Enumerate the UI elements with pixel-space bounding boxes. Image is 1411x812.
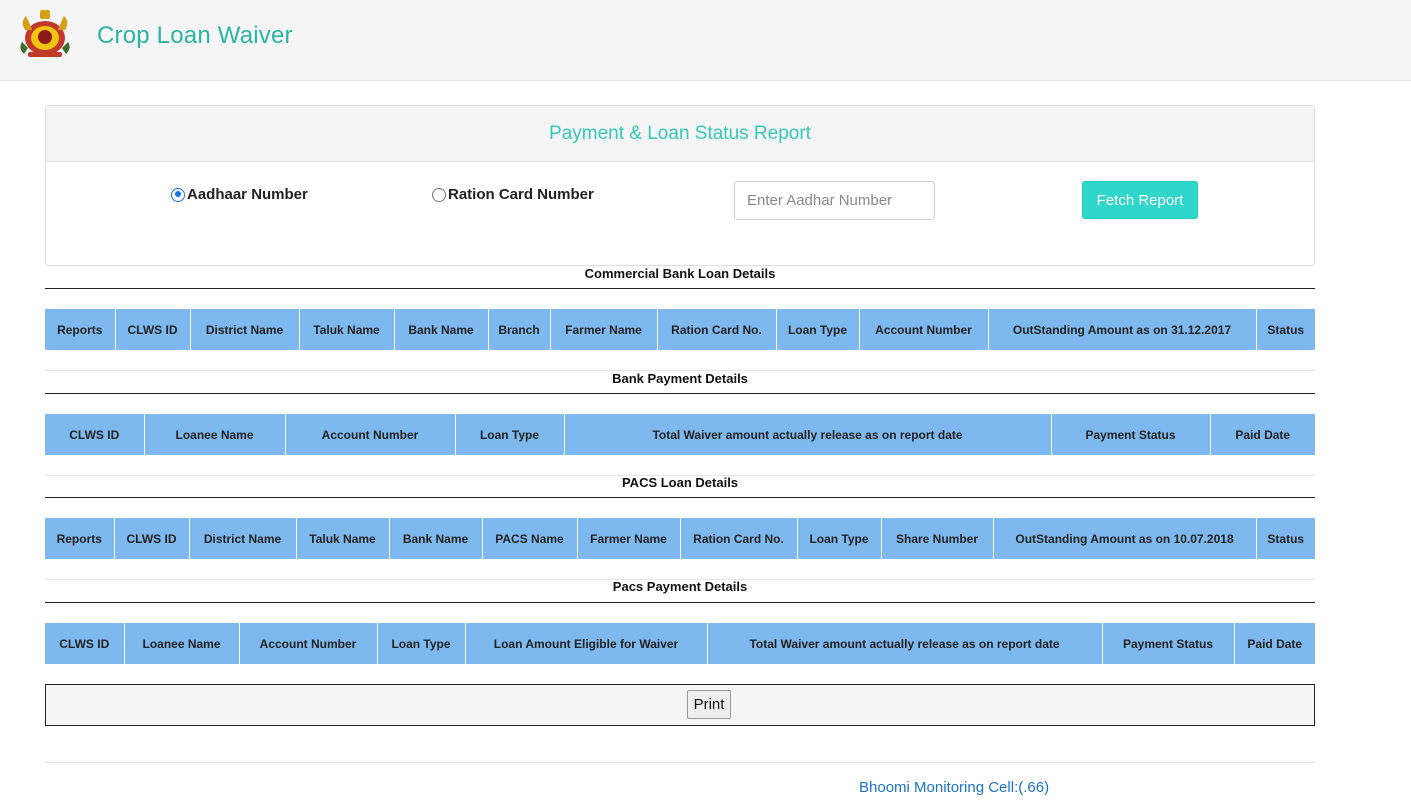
print-container: Print: [45, 684, 1315, 726]
column-header: Status: [1256, 309, 1315, 350]
pacs-loan-table: Reports CLWS ID District Name Taluk Name…: [45, 518, 1315, 559]
table-header-row: Reports CLWS ID District Name Taluk Name…: [45, 518, 1315, 559]
column-header: Ration Card No.: [657, 309, 777, 350]
pacs-payment-title: Pacs Payment Details: [612, 579, 748, 594]
bank-payment-title: Bank Payment Details: [612, 371, 748, 386]
section-divider: [45, 602, 1315, 603]
column-header: CLWS ID: [45, 414, 145, 455]
column-header: Loan Amount Eligible for Waiver: [465, 623, 708, 664]
bhoomi-monitoring-link[interactable]: Bhoomi Monitoring Cell:(.66): [859, 779, 1049, 796]
column-header: CLWS ID: [115, 309, 191, 350]
section-divider: [45, 288, 1315, 289]
column-header: Status: [1256, 518, 1315, 559]
column-header: Farmer Name: [577, 518, 681, 559]
print-button[interactable]: Print: [687, 690, 731, 719]
panel-title: Payment & Loan Status Report: [549, 122, 811, 144]
column-header: Paid Date: [1210, 414, 1315, 455]
column-header: Payment Status: [1102, 623, 1235, 664]
column-header: CLWS ID: [45, 623, 125, 664]
ration-card-radio-option[interactable]: Ration Card Number: [432, 186, 594, 203]
column-header: OutStanding Amount as on 10.07.2018: [993, 518, 1257, 559]
bank-payment-table: CLWS ID Loanee Name Account Number Loan …: [45, 414, 1315, 455]
app-title[interactable]: Crop Loan Waiver: [97, 22, 293, 50]
ration-card-radio-label: Ration Card Number: [448, 186, 594, 203]
navbar: Crop Loan Waiver: [0, 0, 1411, 81]
column-header: PACS Name: [482, 518, 578, 559]
commercial-bank-table: Reports CLWS ID District Name Taluk Name…: [45, 309, 1315, 350]
column-header: CLWS ID: [114, 518, 190, 559]
column-header: District Name: [189, 518, 297, 559]
column-header: Payment Status: [1051, 414, 1211, 455]
column-header: Account Number: [285, 414, 456, 455]
column-header: Reports: [45, 309, 116, 350]
column-header: Bank Name: [394, 309, 489, 350]
column-header: Total Waiver amount actually release as …: [564, 414, 1052, 455]
column-header: Loanee Name: [144, 414, 286, 455]
column-header: Ration Card No.: [680, 518, 798, 559]
pacs-loan-title: PACS Loan Details: [621, 475, 739, 490]
table-header-row: CLWS ID Loanee Name Account Number Loan …: [45, 623, 1315, 664]
ration-card-radio[interactable]: [432, 187, 446, 202]
column-header: Taluk Name: [296, 518, 390, 559]
column-header: Share Number: [881, 518, 994, 559]
table-header-row: Reports CLWS ID District Name Taluk Name…: [45, 309, 1315, 350]
column-header: Account Number: [239, 623, 378, 664]
section-divider: [45, 393, 1315, 394]
column-header: Account Number: [859, 309, 989, 350]
aadhar-number-input[interactable]: [734, 181, 935, 220]
report-search-panel: Payment & Loan Status Report Aadhaar Num…: [45, 105, 1315, 266]
column-header: Loan Type: [455, 414, 565, 455]
section-divider: [45, 497, 1315, 498]
column-header: Bank Name: [389, 518, 483, 559]
footer-divider: [45, 762, 1315, 763]
column-header: Loan Type: [776, 309, 860, 350]
column-header: Reports: [45, 518, 115, 559]
karnataka-emblem-icon[interactable]: [16, 8, 74, 60]
column-header: Total Waiver amount actually release as …: [707, 623, 1103, 664]
column-header: Branch: [488, 309, 551, 350]
commercial-bank-title: Commercial Bank Loan Details: [584, 266, 776, 281]
column-header: Loan Type: [797, 518, 882, 559]
pacs-payment-table: CLWS ID Loanee Name Account Number Loan …: [45, 623, 1315, 664]
aadhaar-radio[interactable]: [171, 187, 185, 202]
column-header: Loanee Name: [124, 623, 240, 664]
column-header: Paid Date: [1234, 623, 1315, 664]
panel-heading: Payment & Loan Status Report: [46, 106, 1314, 162]
aadhaar-radio-option[interactable]: Aadhaar Number: [171, 186, 308, 203]
table-header-row: CLWS ID Loanee Name Account Number Loan …: [45, 414, 1315, 455]
column-header: Taluk Name: [299, 309, 395, 350]
fetch-report-button[interactable]: Fetch Report: [1082, 181, 1198, 219]
aadhaar-radio-label: Aadhaar Number: [187, 186, 308, 203]
column-header: Farmer Name: [550, 309, 658, 350]
column-header: Loan Type: [377, 623, 466, 664]
column-header: OutStanding Amount as on 31.12.2017: [988, 309, 1257, 350]
column-header: District Name: [190, 309, 300, 350]
